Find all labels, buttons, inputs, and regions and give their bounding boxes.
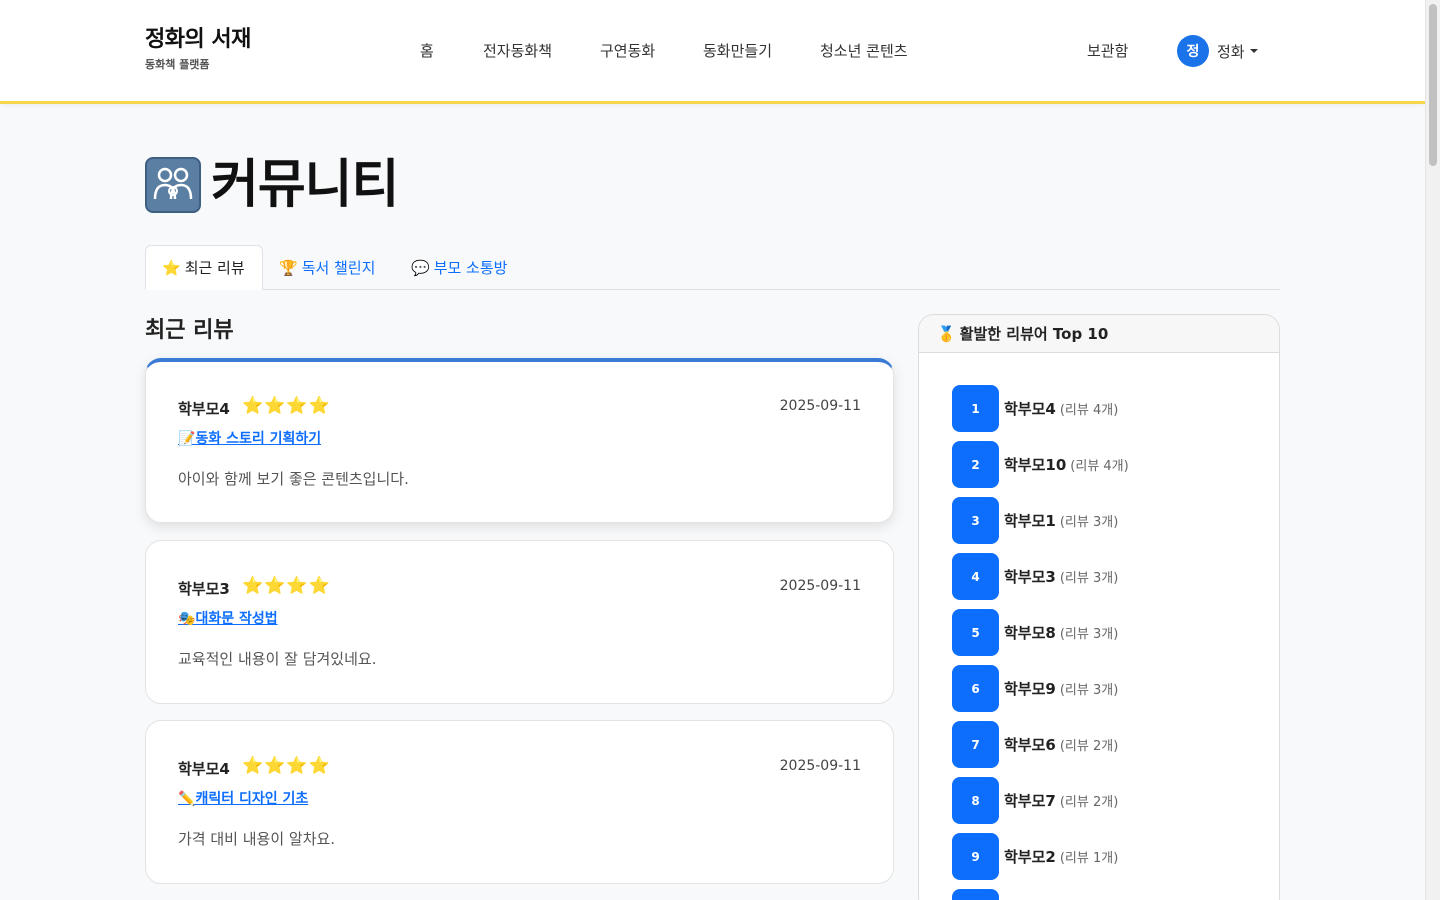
review-count: (리뷰 4개) xyxy=(1070,459,1129,474)
rank-badge: 6 xyxy=(952,665,999,712)
rank-badge: 7 xyxy=(952,721,999,768)
user-name: 정화 xyxy=(1217,42,1245,61)
panel-title: 활발한 리뷰어 Top 10 xyxy=(959,325,1109,343)
link-text: 캐릭터 디자인 기초 xyxy=(195,791,309,807)
rank-badge: 5 xyxy=(952,609,999,656)
review-content-link[interactable]: 📝동화 스토리 기획하기 xyxy=(178,428,321,448)
rank-badge xyxy=(952,889,999,900)
review-count: (리뷰 1개) xyxy=(1059,851,1119,866)
reviewer-name: 학부모3 xyxy=(1004,568,1056,586)
rank-badge: 1 xyxy=(952,385,999,432)
nav-make-story[interactable]: 동화만들기 xyxy=(703,40,772,61)
reviewer-item[interactable]: 4 학부모3 (리뷰 3개) xyxy=(952,553,1118,600)
reviewer-name: 학부모9 xyxy=(1004,680,1056,698)
speech-bubble-icon: 💬 xyxy=(411,258,430,277)
user-menu[interactable]: 정 정화 xyxy=(1177,35,1258,67)
page-title: 커뮤니티 xyxy=(145,155,399,215)
review-content-link[interactable]: 🎭대화문 작성법 xyxy=(178,608,278,628)
reviewer-name: 학부모2 xyxy=(1004,848,1056,866)
review-count: (리뷰 3개) xyxy=(1059,683,1119,698)
family-icon xyxy=(145,157,201,213)
rank-badge: 2 xyxy=(952,441,999,488)
brand-subtitle: 동화책 플랫폼 xyxy=(145,58,210,71)
reviewer-item[interactable]: 1 학부모4 (리뷰 4개) xyxy=(952,385,1118,432)
star-rating: ⭐⭐⭐⭐ xyxy=(242,576,331,596)
review-date: 2025-09-11 xyxy=(779,758,861,774)
brand-logo[interactable]: 정화의 서재 동화책 플랫폼 xyxy=(145,26,251,72)
review-count: (리뷰 2개) xyxy=(1059,739,1119,754)
nav-home[interactable]: 홈 xyxy=(420,40,434,61)
top-reviewers-panel: 🥇 활발한 리뷰어 Top 10 1 학부모4 (리뷰 4개) 2 학부모10 (리뷰 4… xyxy=(918,314,1280,900)
reviewer-name: 학부모4 xyxy=(1004,400,1056,418)
tab-recent-reviews[interactable]: ⭐ 최근 리뷰 xyxy=(145,245,263,290)
section-title: 최근 리뷰 xyxy=(145,318,234,343)
memo-icon: 📝 xyxy=(178,431,196,447)
review-author: 학부모3 xyxy=(178,580,230,598)
review-author: 학부모4 xyxy=(178,760,230,778)
review-count: (리뷰 3개) xyxy=(1059,515,1119,530)
review-count: (리뷰 4개) xyxy=(1059,403,1119,418)
review-card: 학부모4 ⭐⭐⭐⭐ 2025-09-11 ✏️캐릭터 디자인 기초 가격 대비 … xyxy=(145,720,894,884)
brand-title: 정화의 서재 xyxy=(145,27,251,52)
theater-mask-icon: 🎭 xyxy=(178,611,196,627)
rank-badge: 9 xyxy=(952,833,999,880)
rank-badge: 3 xyxy=(952,497,999,544)
nav-teen-content[interactable]: 청소년 콘텐츠 xyxy=(820,40,908,61)
review-count: (리뷰 3개) xyxy=(1059,627,1119,642)
nav-storytelling[interactable]: 구연동화 xyxy=(600,40,655,61)
medal-icon: 🥇 xyxy=(937,324,956,343)
reviewer-item-partial[interactable] xyxy=(952,889,999,900)
tab-label: 독서 챌린지 xyxy=(301,259,376,277)
reviewer-name: 학부모8 xyxy=(1004,624,1056,642)
reviewer-name: 학부모10 xyxy=(1004,456,1067,474)
review-date: 2025-09-11 xyxy=(779,578,861,594)
reviewer-item[interactable]: 5 학부모8 (리뷰 3개) xyxy=(952,609,1118,656)
review-count: (리뷰 2개) xyxy=(1059,795,1119,810)
review-author: 학부모4 xyxy=(178,400,230,418)
trophy-icon: 🏆 xyxy=(279,258,298,277)
community-tabs: ⭐ 최근 리뷰 🏆 독서 챌린지 💬 부모 소통방 xyxy=(145,245,1280,290)
star-rating: ⭐⭐⭐⭐ xyxy=(242,756,331,776)
family-icon-graphic xyxy=(153,167,193,200)
review-body: 가격 대비 내용이 알차요. xyxy=(178,830,336,848)
tab-label: 최근 리뷰 xyxy=(184,259,245,277)
reviewer-item[interactable]: 2 학부모10 (리뷰 4개) xyxy=(952,441,1129,488)
reviewer-item[interactable]: 6 학부모9 (리뷰 3개) xyxy=(952,665,1118,712)
caret-down-icon xyxy=(1249,49,1258,53)
tab-label: 부모 소통방 xyxy=(433,259,508,277)
pencil-icon: ✏️ xyxy=(178,791,196,807)
review-date: 2025-09-11 xyxy=(779,398,861,414)
scrollbar-thumb[interactable] xyxy=(1429,4,1437,166)
reviewer-name: 학부모7 xyxy=(1004,792,1056,810)
page-title-text: 커뮤니티 xyxy=(211,155,399,215)
top-navbar: 정화의 서재 동화책 플랫폼 홈 전자동화책 구연동화 동화만들기 청소년 콘텐… xyxy=(0,0,1425,104)
review-body: 교육적인 내용이 잘 담겨있네요. xyxy=(178,650,377,668)
link-text: 동화 스토리 기획하기 xyxy=(195,431,322,447)
reviewer-item[interactable]: 7 학부모6 (리뷰 2개) xyxy=(952,721,1118,768)
reviewer-name: 학부모6 xyxy=(1004,736,1056,754)
rank-badge: 8 xyxy=(952,777,999,824)
nav-storage[interactable]: 보관함 xyxy=(1087,40,1128,61)
nav-ebooks[interactable]: 전자동화책 xyxy=(483,40,552,61)
panel-header: 🥇 활발한 리뷰어 Top 10 xyxy=(919,315,1279,353)
reviewer-item[interactable]: 9 학부모2 (리뷰 1개) xyxy=(952,833,1118,880)
star-rating: ⭐⭐⭐⭐ xyxy=(242,396,331,416)
reviewer-name: 학부모1 xyxy=(1004,512,1056,530)
review-card: 학부모3 ⭐⭐⭐⭐ 2025-09-11 🎭대화문 작성법 교육적인 내용이 잘… xyxy=(145,540,894,704)
page-scrollbar[interactable] xyxy=(1425,0,1440,900)
star-icon: ⭐ xyxy=(162,258,181,277)
reviewer-item[interactable]: 8 학부모7 (리뷰 2개) xyxy=(952,777,1118,824)
link-text: 대화문 작성법 xyxy=(195,611,278,627)
review-content-link[interactable]: ✏️캐릭터 디자인 기초 xyxy=(178,788,308,808)
reviewer-item[interactable]: 3 학부모1 (리뷰 3개) xyxy=(952,497,1118,544)
tab-parent-chat[interactable]: 💬 부모 소통방 xyxy=(395,245,523,290)
review-card: 학부모4 ⭐⭐⭐⭐ 2025-09-11 📝동화 스토리 기획하기 아이와 함께… xyxy=(145,358,894,523)
rank-badge: 4 xyxy=(952,553,999,600)
avatar: 정 xyxy=(1177,35,1209,67)
tab-reading-challenge[interactable]: 🏆 독서 챌린지 xyxy=(263,245,391,290)
review-count: (리뷰 3개) xyxy=(1059,571,1119,586)
review-body: 아이와 함께 보기 좋은 콘텐츠입니다. xyxy=(178,470,409,488)
